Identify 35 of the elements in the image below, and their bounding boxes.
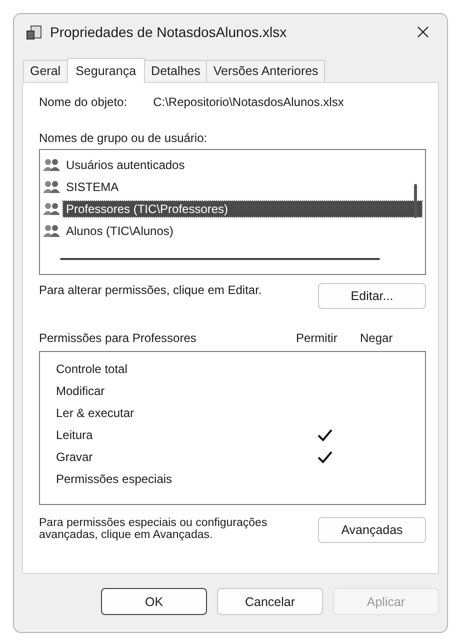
- field-label: Nome do objeto:: [39, 95, 128, 109]
- dialog-button[interactable]: OK: [101, 588, 207, 615]
- tab[interactable]: Versões Anteriores: [206, 60, 326, 82]
- permission-name: Leitura: [56, 428, 94, 442]
- group-item[interactable]: Alunos (TIC\Alunos): [63, 223, 176, 239]
- edit-button[interactable]: Editar...: [318, 283, 426, 309]
- permission-name: Ler & executar: [56, 406, 136, 420]
- hint-text: Para alterar permissões, clique em Editar.: [39, 283, 262, 297]
- dialog-button[interactable]: Cancelar: [217, 588, 323, 615]
- scrollbar-thumb[interactable]: [60, 258, 380, 260]
- permissions-label: Permissões para Professores: [39, 331, 198, 345]
- column-header: Permitir: [296, 331, 338, 345]
- advanced-button[interactable]: Avançadas: [318, 517, 426, 543]
- users-icon: [43, 224, 61, 238]
- close-icon[interactable]: [417, 26, 429, 38]
- column-header: Negar: [360, 331, 394, 345]
- object-path: C:\Repositorio\NotasdosAlunos.xlsx: [153, 95, 344, 109]
- tab[interactable]: Detalhes: [144, 60, 208, 82]
- tab[interactable]: Geral: [23, 60, 68, 82]
- group-item[interactable]: Usuários autenticados: [63, 157, 188, 173]
- scrollbar-thumb[interactable]: [414, 184, 417, 218]
- permission-name: Permissões especiais: [56, 472, 174, 486]
- permission-name: Modificar: [56, 384, 106, 398]
- file-icon: [26, 24, 42, 40]
- users-icon: [43, 180, 61, 194]
- permission-name: Gravar: [56, 450, 94, 464]
- group-item[interactable]: SISTEMA: [63, 179, 122, 195]
- hint-text: Para permissões especiais ou configurações avançadas, clique em Avançadas.: [39, 517, 268, 543]
- permission-name: Controle total: [56, 362, 128, 376]
- users-icon: [43, 202, 61, 216]
- window-title: Propriedades de NotasdosAlunos.xlsx: [50, 24, 288, 40]
- list-label: Nomes de grupo ou de usuário:: [39, 131, 208, 145]
- group-item[interactable]: Professores (TIC\Professores): [63, 201, 422, 217]
- tab[interactable]: Segurança: [66, 58, 146, 83]
- users-icon: [43, 158, 61, 172]
